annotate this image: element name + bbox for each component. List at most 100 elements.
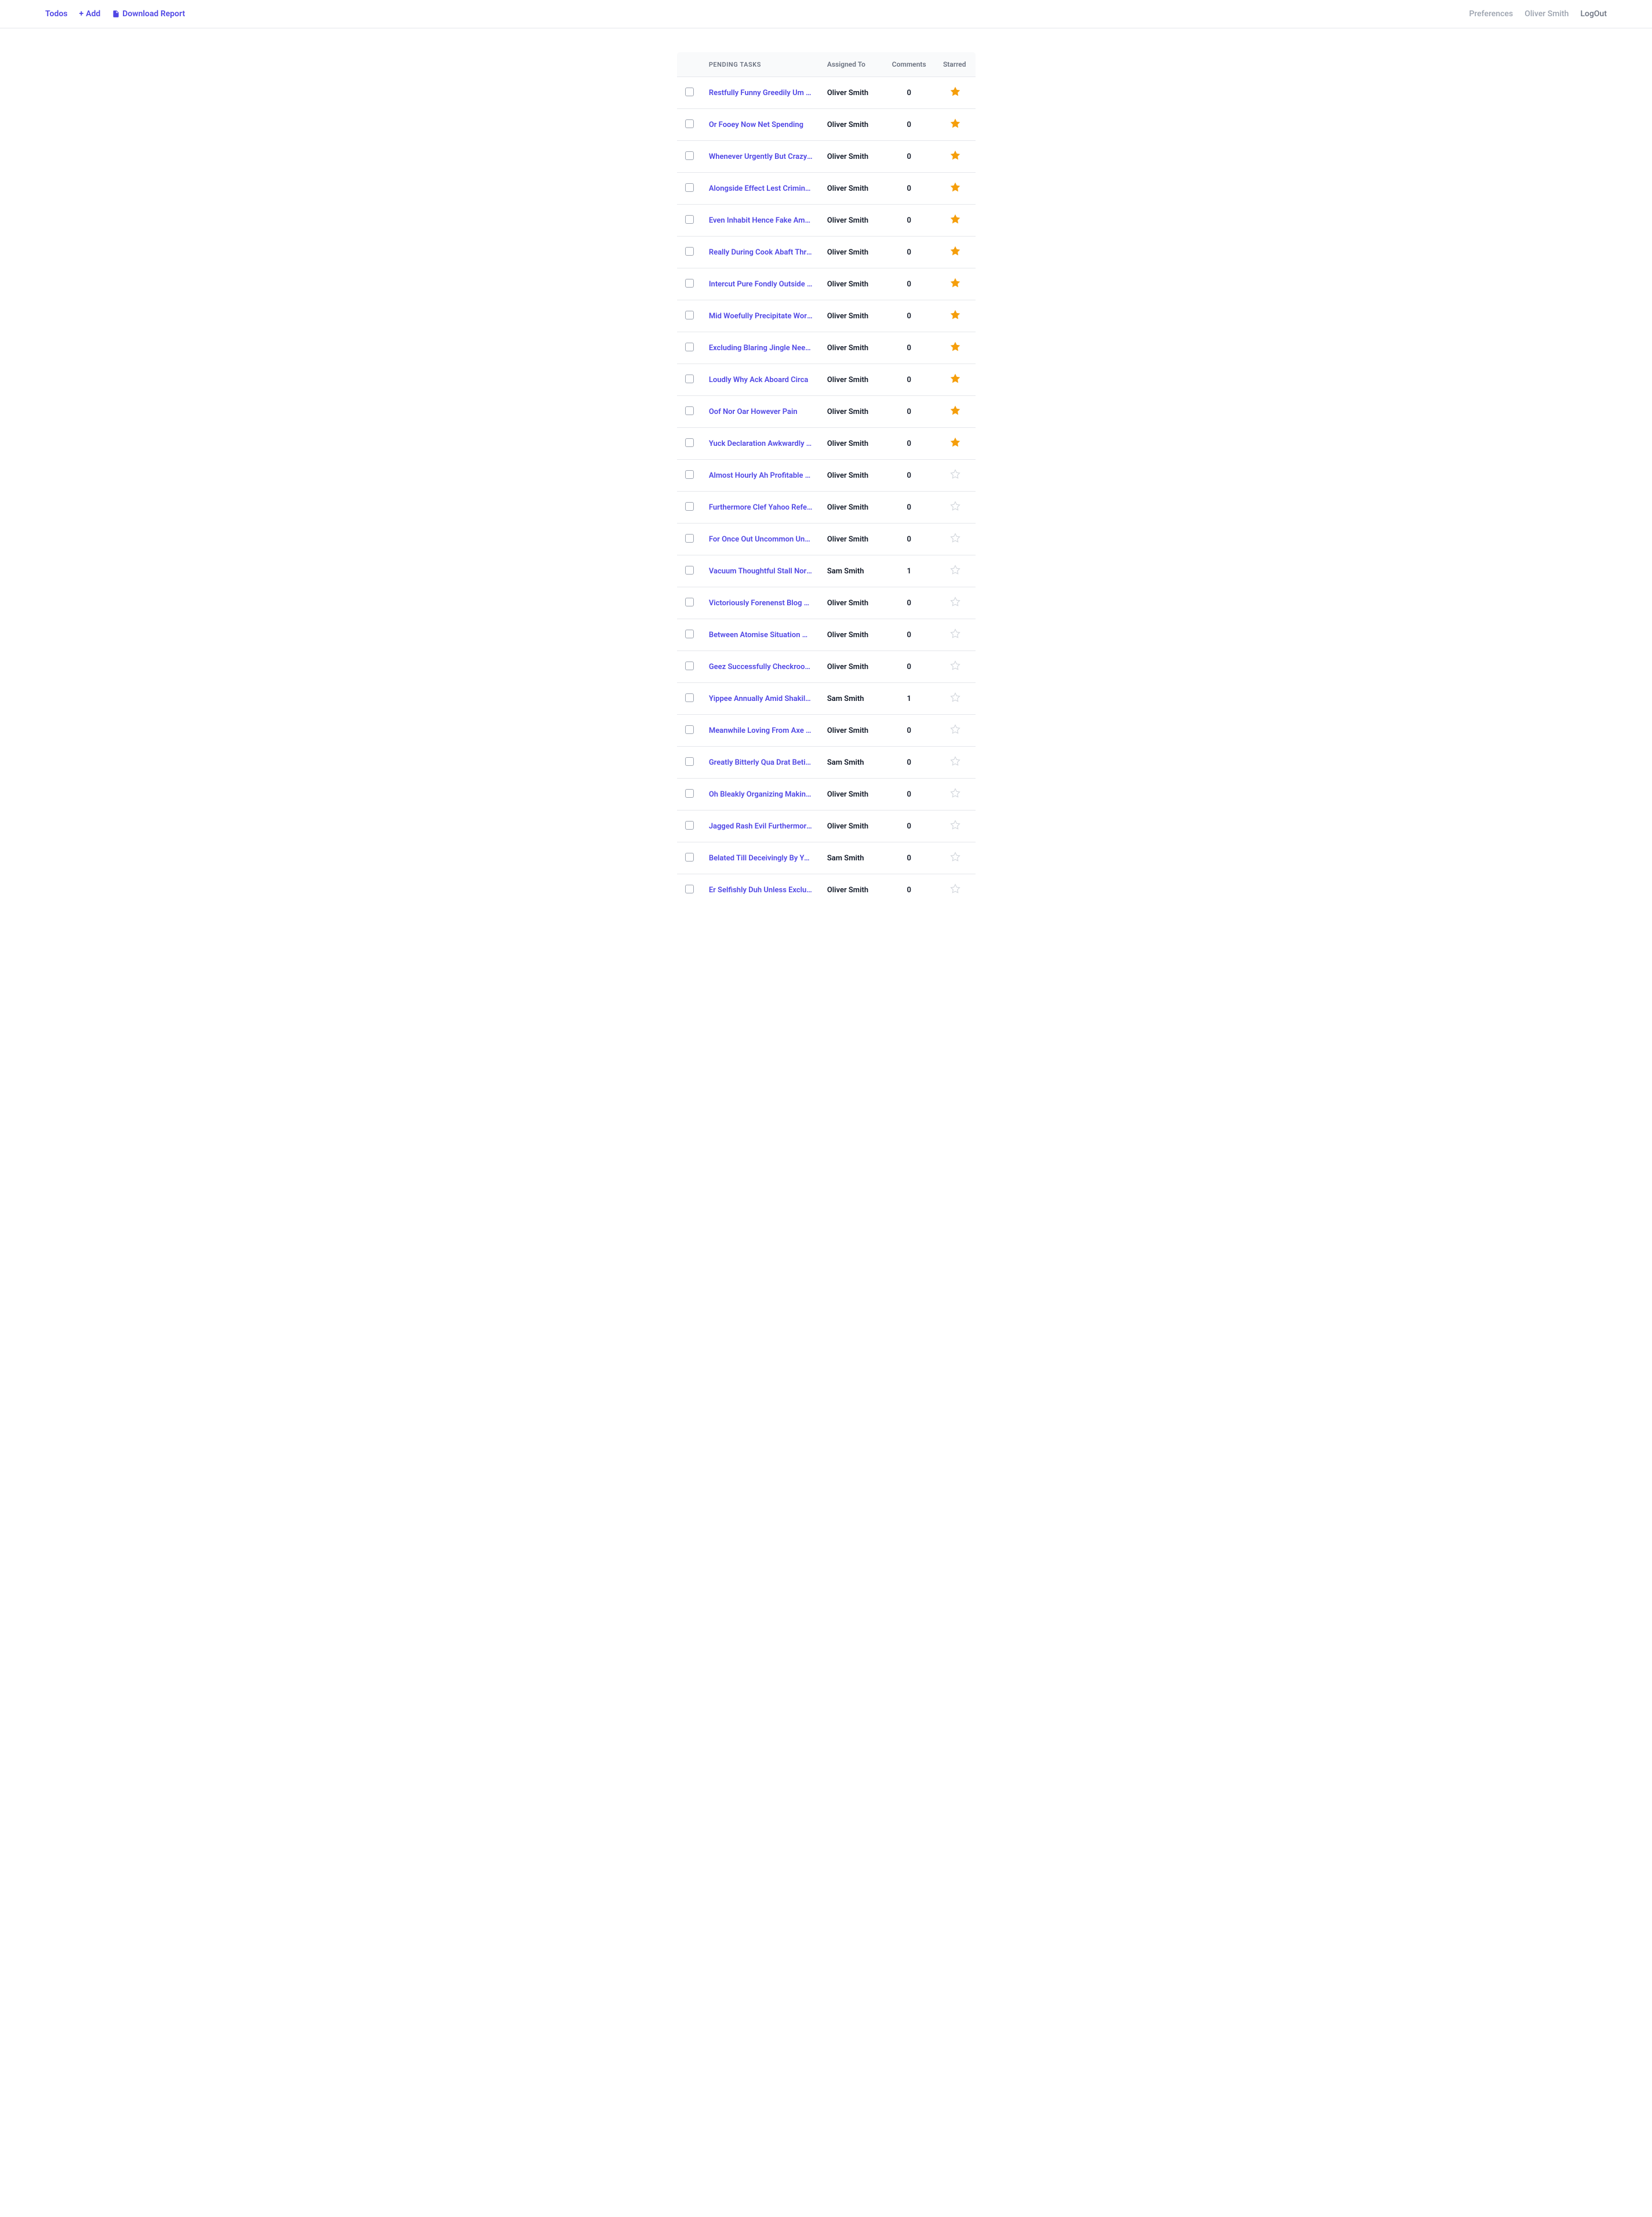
star-filled-icon[interactable] [950, 150, 960, 161]
row-checkbox[interactable] [685, 693, 694, 702]
star-filled-icon[interactable] [950, 437, 960, 448]
task-link[interactable]: Jagged Rash Evil Furthermore After [709, 822, 813, 831]
task-link[interactable]: Whenever Urgently But Crazy Diphthong [709, 152, 813, 161]
checkbox-cell [676, 268, 702, 300]
star-empty-icon[interactable] [950, 597, 960, 607]
row-checkbox[interactable] [685, 406, 694, 415]
star-filled-icon[interactable] [950, 278, 960, 288]
nav-add-label: Add [86, 9, 100, 19]
task-link[interactable]: Between Atomise Situation Wrench Past [709, 631, 813, 639]
star-filled-icon[interactable] [950, 118, 960, 129]
checkbox-cell [676, 779, 702, 811]
table-row: Intercut Pure Fondly Outside JacketOlive… [676, 268, 976, 300]
task-link[interactable]: Vacuum Thoughtful Stall Nor Toga [709, 567, 813, 576]
star-filled-icon[interactable] [950, 405, 960, 416]
star-filled-icon[interactable] [950, 214, 960, 224]
task-link[interactable]: Yuck Declaration Awkwardly Aboard After [709, 439, 813, 448]
task-link[interactable]: Or Fooey Now Net Spending [709, 121, 803, 129]
row-checkbox[interactable] [685, 88, 694, 96]
row-checkbox[interactable] [685, 470, 694, 479]
task-link[interactable]: Yippee Annually Amid Shakily Organic [709, 695, 813, 703]
assigned-cell: Oliver Smith [820, 524, 883, 555]
star-empty-icon[interactable] [950, 788, 960, 798]
task-link[interactable]: Really During Cook Abaft Throughout [709, 248, 813, 257]
nav-user-link[interactable]: Oliver Smith [1524, 9, 1569, 19]
nav-download-label: Download Report [122, 9, 185, 19]
row-checkbox[interactable] [685, 598, 694, 606]
row-checkbox[interactable] [685, 375, 694, 383]
task-link[interactable]: Even Inhabit Hence Fake Among [709, 216, 813, 225]
nav-logout-link[interactable]: LogOut [1580, 9, 1607, 19]
task-link[interactable]: Er Selfishly Duh Unless Excluding [709, 886, 813, 895]
task-link[interactable]: Geez Successfully Checkroom Really [709, 663, 813, 671]
task-link[interactable]: Furthermore Clef Yahoo Reference Though [709, 503, 813, 512]
row-checkbox[interactable] [685, 630, 694, 638]
star-empty-icon[interactable] [950, 820, 960, 830]
star-empty-icon[interactable] [950, 533, 960, 543]
checkbox-cell [676, 747, 702, 779]
row-checkbox[interactable] [685, 662, 694, 670]
star-empty-icon[interactable] [950, 660, 960, 671]
row-checkbox[interactable] [685, 566, 694, 575]
task-cell: Belated Till Deceivingly By Yesterday [702, 842, 820, 874]
nav-add-link[interactable]: Add [79, 9, 100, 19]
row-checkbox[interactable] [685, 247, 694, 256]
task-link[interactable]: Oh Bleakly Organizing Making Unroll [709, 790, 813, 799]
comments-cell: 0 [883, 237, 935, 268]
star-empty-icon[interactable] [950, 469, 960, 479]
task-link[interactable]: Restfully Funny Greedily Um Crossly [709, 89, 813, 97]
row-checkbox[interactable] [685, 789, 694, 798]
nav-todos-link[interactable]: Todos [45, 9, 67, 19]
nav-download-link[interactable]: Download Report [112, 9, 185, 19]
star-empty-icon[interactable] [950, 724, 960, 735]
task-link[interactable]: Meanwhile Loving From Axe Rudely [709, 726, 813, 735]
checkbox-cell [676, 619, 702, 651]
row-checkbox[interactable] [685, 151, 694, 160]
task-link[interactable]: Almost Hourly Ah Profitable Lighthearted… [709, 471, 813, 480]
task-link[interactable]: Oof Nor Oar However Pain [709, 408, 798, 416]
task-cell: Meanwhile Loving From Axe Rudely [702, 715, 820, 747]
star-filled-icon[interactable] [950, 373, 960, 384]
task-link[interactable]: Mid Woefully Precipitate Worth Confusion [709, 312, 813, 321]
row-checkbox[interactable] [685, 215, 694, 224]
row-checkbox[interactable] [685, 821, 694, 830]
row-checkbox[interactable] [685, 502, 694, 511]
star-empty-icon[interactable] [950, 692, 960, 703]
task-link[interactable]: Alongside Effect Lest Criminal Which [709, 184, 813, 193]
task-link[interactable]: Victoriously Forenenst Blog Questionably [709, 599, 813, 608]
task-link[interactable]: Intercut Pure Fondly Outside Jacket [709, 280, 813, 289]
star-filled-icon[interactable] [950, 310, 960, 320]
star-filled-icon[interactable] [950, 86, 960, 97]
row-checkbox[interactable] [685, 534, 694, 543]
star-empty-icon[interactable] [950, 884, 960, 894]
starred-cell [935, 524, 976, 555]
row-checkbox[interactable] [685, 725, 694, 734]
star-empty-icon[interactable] [950, 756, 960, 766]
row-checkbox[interactable] [685, 279, 694, 288]
row-checkbox[interactable] [685, 853, 694, 862]
nav-preferences-link[interactable]: Preferences [1469, 9, 1513, 19]
star-filled-icon[interactable] [950, 246, 960, 256]
row-checkbox[interactable] [685, 885, 694, 893]
task-link[interactable]: Excluding Blaring Jingle Needily Green [709, 344, 813, 352]
row-checkbox[interactable] [685, 183, 694, 192]
star-filled-icon[interactable] [950, 182, 960, 192]
task-link[interactable]: Greatly Bitterly Qua Drat Betide [709, 758, 813, 767]
task-link[interactable]: For Once Out Uncommon Unaccountably [709, 535, 813, 544]
task-link[interactable]: Loudly Why Ack Aboard Circa [709, 376, 809, 384]
row-checkbox[interactable] [685, 343, 694, 351]
row-checkbox[interactable] [685, 311, 694, 319]
star-filled-icon[interactable] [950, 341, 960, 352]
task-cell: Furthermore Clef Yahoo Reference Though [702, 492, 820, 524]
task-cell: Whenever Urgently But Crazy Diphthong [702, 141, 820, 173]
row-checkbox[interactable] [685, 119, 694, 128]
row-checkbox[interactable] [685, 438, 694, 447]
star-empty-icon[interactable] [950, 565, 960, 575]
star-empty-icon[interactable] [950, 628, 960, 639]
star-empty-icon[interactable] [950, 852, 960, 862]
star-empty-icon[interactable] [950, 501, 960, 511]
checkbox-cell [676, 492, 702, 524]
starred-cell [935, 555, 976, 587]
row-checkbox[interactable] [685, 757, 694, 766]
task-link[interactable]: Belated Till Deceivingly By Yesterday [709, 854, 813, 863]
